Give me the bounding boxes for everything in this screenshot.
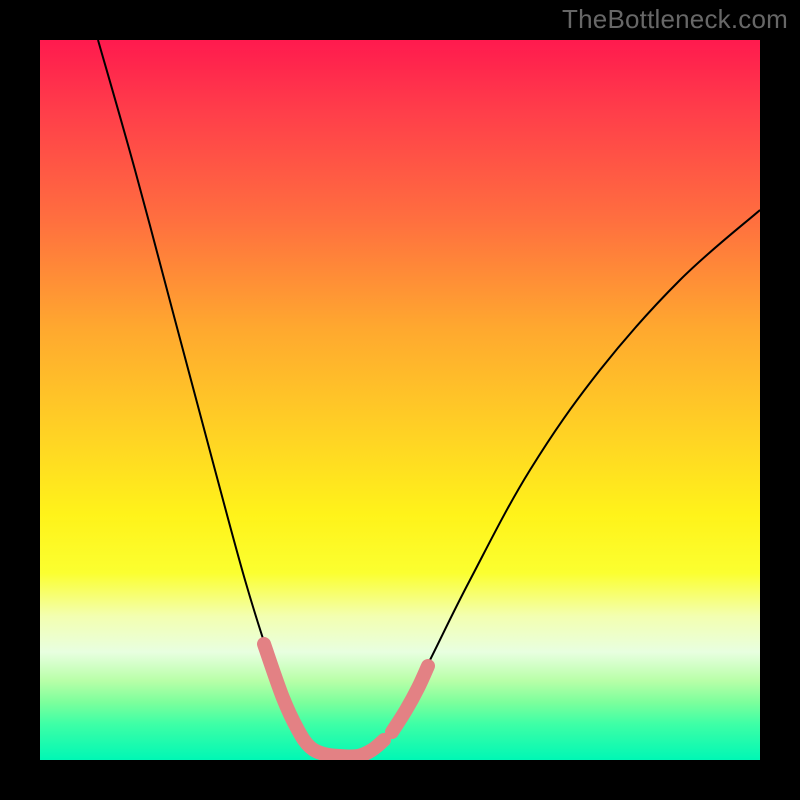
plot-area xyxy=(40,40,760,760)
marker-band xyxy=(264,644,428,757)
watermark-text: TheBottleneck.com xyxy=(562,4,788,35)
bottleneck-curve xyxy=(98,40,760,757)
curve-layer xyxy=(40,40,760,760)
marker-segment xyxy=(392,666,428,732)
marker-segment xyxy=(264,644,384,757)
chart-frame: TheBottleneck.com xyxy=(0,0,800,800)
